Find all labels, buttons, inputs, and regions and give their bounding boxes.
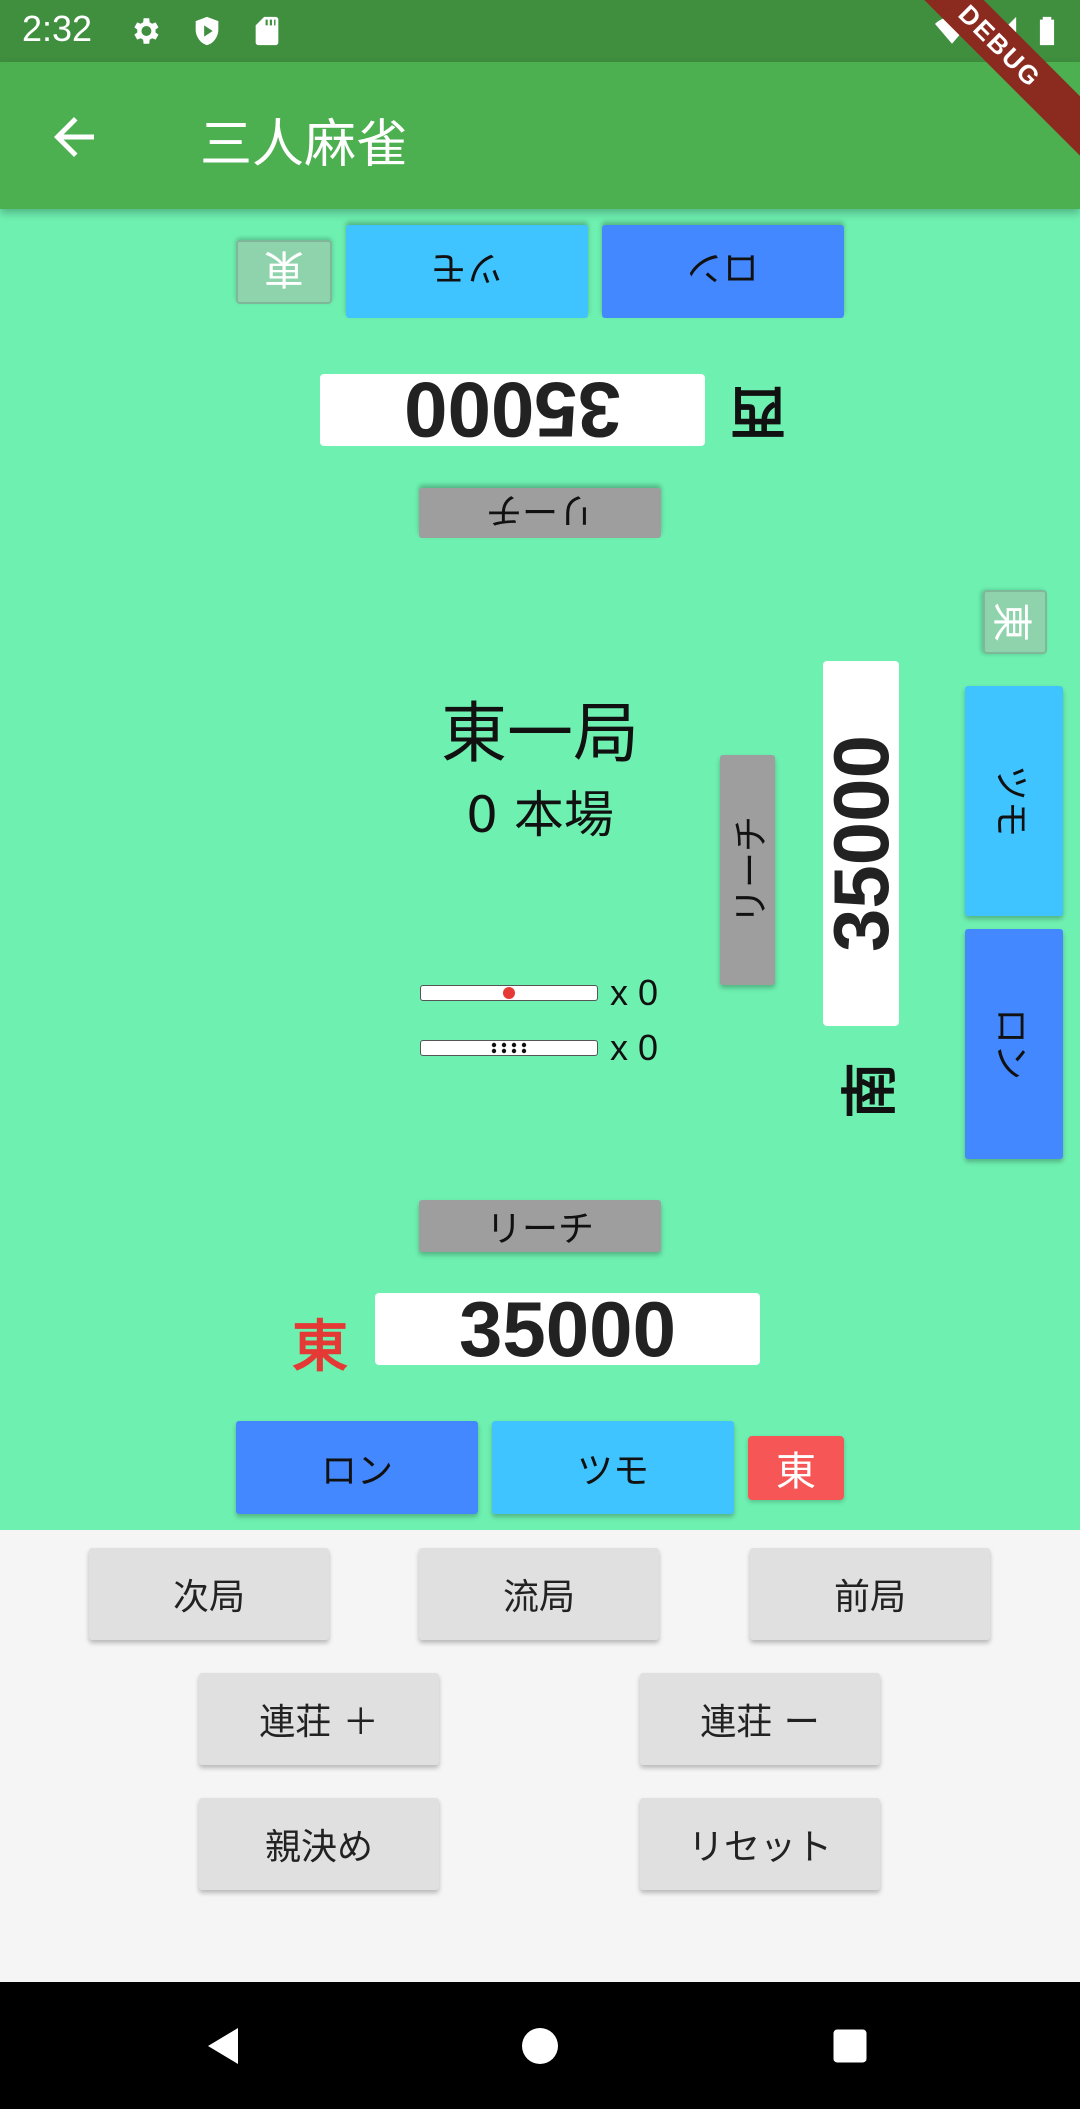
battery-icon	[1039, 16, 1055, 46]
renchan-minus-button[interactable]: 連荘 ー	[640, 1673, 880, 1765]
right-tsumo-label: ツモ	[989, 764, 1031, 838]
right-riichi-button[interactable]: リーチ	[720, 755, 775, 985]
decide-dealer-button[interactable]: 親決め	[199, 1798, 439, 1890]
back-triangle-icon[interactable]	[200, 2022, 248, 2070]
top-wind-chip: 東	[236, 240, 332, 304]
navigation-bar	[0, 1982, 1080, 2109]
sd-card-icon	[255, 16, 279, 46]
red-dot-icon	[503, 987, 515, 999]
bottom-dealer-chip: 東	[748, 1436, 844, 1500]
round-name: 東一局	[441, 695, 639, 772]
riichi-stick-count: x 0	[610, 972, 659, 1013]
honba-count: 0 本場	[466, 786, 614, 844]
status-time: 2:32	[22, 8, 93, 49]
reset-button[interactable]: リセット	[640, 1798, 880, 1890]
play-protect-icon	[195, 16, 219, 46]
right-wind-chip: 東	[983, 590, 1047, 654]
top-riichi-button[interactable]: リーチ	[419, 488, 661, 538]
bottom-score: 35000	[375, 1285, 760, 1373]
right-riichi-label: リーチ	[730, 815, 772, 925]
gear-icon	[134, 18, 159, 44]
bottom-ron-button[interactable]: ロン	[236, 1421, 478, 1514]
control-panel: 次局 流局 前局 連荘 ＋ 連荘 ー 親決め リセット	[0, 1530, 1080, 1982]
honba-stick	[420, 1040, 598, 1056]
page-title: 三人麻雀	[200, 115, 409, 175]
prev-round-button[interactable]: 前局	[750, 1548, 990, 1640]
bottom-seat-wind: 東	[292, 1315, 348, 1380]
honba-stick-count: x 0	[610, 1027, 659, 1068]
bottom-tsumo-button[interactable]: ツモ	[492, 1421, 734, 1514]
renchan-plus-button[interactable]: 連荘 ＋	[199, 1673, 439, 1765]
next-round-button[interactable]: 次局	[89, 1548, 329, 1640]
arrow-left-icon[interactable]	[44, 107, 104, 167]
top-tsumo-button[interactable]: ツモ	[346, 225, 588, 318]
right-score: 35000	[817, 661, 905, 1026]
right-ron-button[interactable]: ロン	[965, 929, 1063, 1159]
bottom-riichi-button[interactable]: リーチ	[419, 1200, 661, 1252]
top-score: 35000	[320, 367, 705, 455]
dots-icon	[491, 1042, 527, 1054]
app-bar: 三人麻雀	[0, 62, 1080, 209]
right-ron-label: ロン	[989, 1007, 1031, 1081]
top-ron-button[interactable]: ロン	[602, 225, 844, 318]
top-seat-wind: 西	[730, 378, 786, 443]
home-circle-icon[interactable]	[516, 2022, 564, 2070]
draw-button[interactable]: 流局	[419, 1548, 659, 1640]
right-tsumo-button[interactable]: ツモ	[965, 686, 1063, 916]
right-seat-wind: 南	[838, 1062, 904, 1119]
right-score-value: 35000	[816, 735, 905, 952]
recents-square-icon[interactable]	[828, 2024, 872, 2068]
status-bar: 2:32	[0, 0, 1080, 62]
riichi-stick	[420, 985, 598, 1001]
